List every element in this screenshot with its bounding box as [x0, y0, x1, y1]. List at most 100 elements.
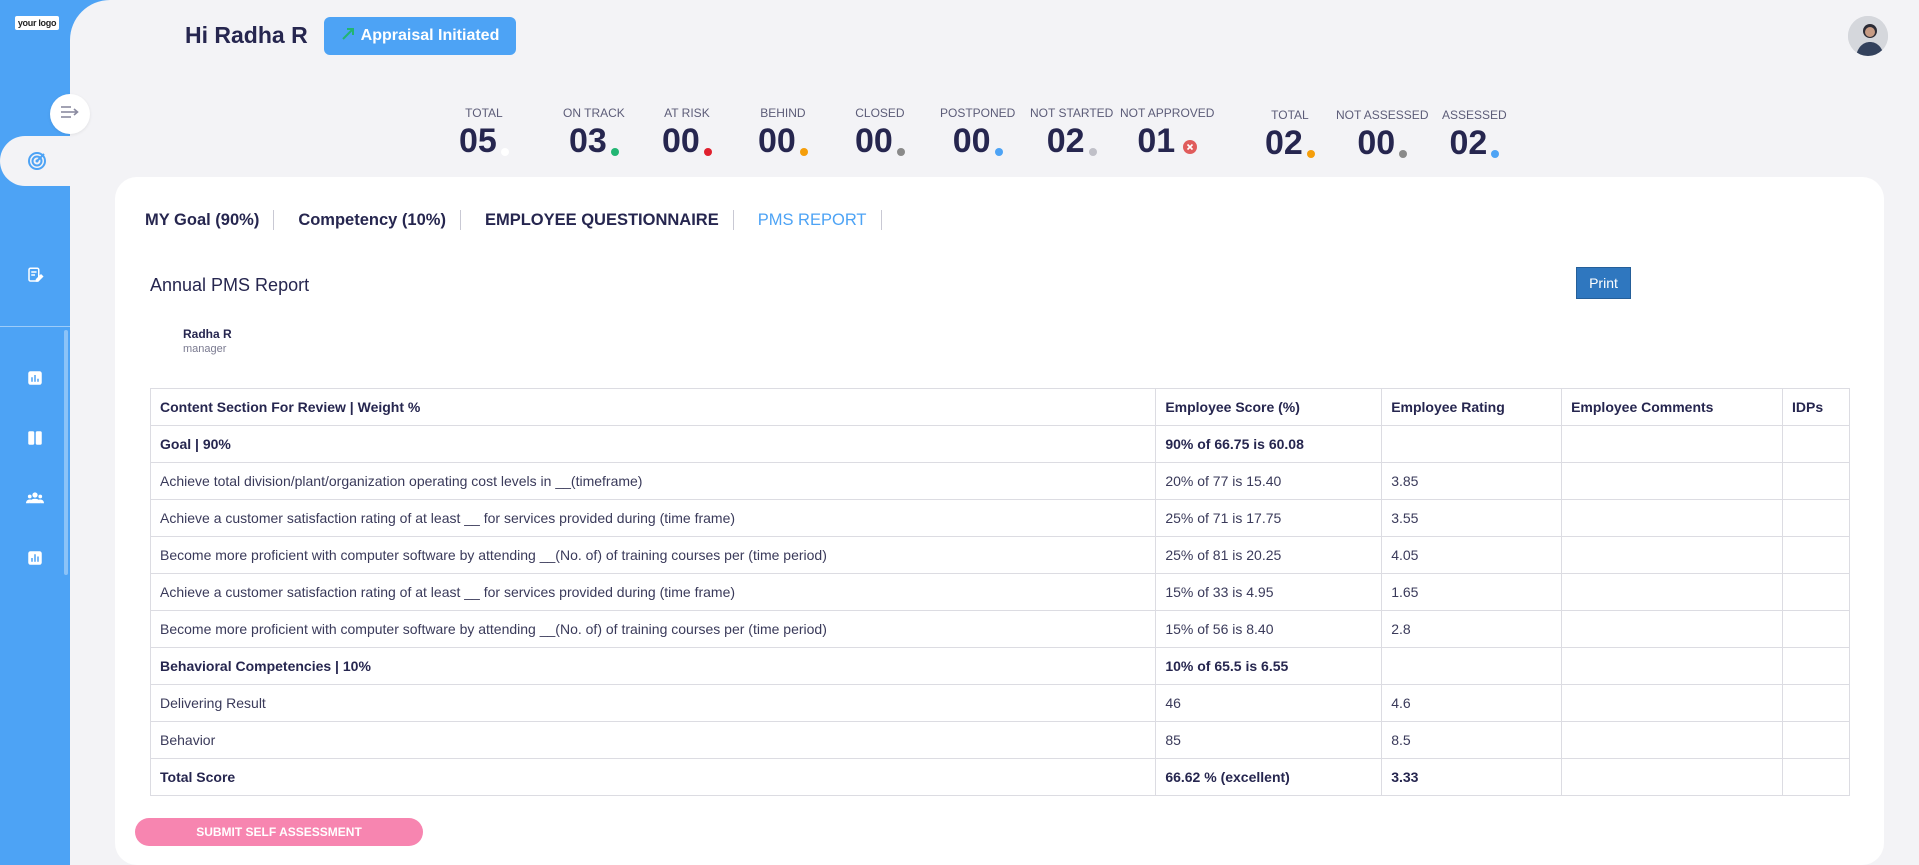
table-cell: 25% of 71 is 17.75	[1155, 499, 1383, 537]
status-dot	[1088, 148, 1097, 156]
table-cell: 46	[1155, 684, 1383, 722]
report-chart-icon[interactable]	[24, 547, 46, 569]
table-cell	[1561, 499, 1783, 537]
table-row: Achieve total division/plant/organizatio…	[149, 462, 1851, 500]
table-cell	[1781, 610, 1851, 648]
stat-not-started: NOT STARTED 02	[1030, 106, 1114, 160]
user-avatar[interactable]	[1848, 16, 1888, 56]
pms-report-table: Content Section For Review | Weight % Em…	[149, 388, 1851, 796]
table-cell	[1781, 758, 1851, 796]
trend-arrow-icon	[341, 27, 355, 46]
table-row: Achieve a customer satisfaction rating o…	[149, 499, 1851, 537]
page-greeting: Hi Radha R	[185, 22, 308, 48]
table-cell	[1781, 499, 1851, 537]
main-panel: Hi Radha R Appraisal Initiated TOTAL 05 …	[70, 0, 1919, 865]
stat-on-track: ON TRACK 03	[563, 106, 625, 160]
table-cell	[1561, 425, 1783, 463]
status-dot	[799, 148, 808, 156]
status-dot	[896, 148, 905, 156]
table-cell: Achieve total division/plant/organizatio…	[149, 462, 1157, 500]
table-cell: 3.85	[1381, 462, 1563, 500]
table-row: Goal | 90% 90% of 66.75 is 60.08	[149, 425, 1851, 463]
table-cell	[1561, 647, 1783, 685]
table-cell: Goal | 90%	[149, 425, 1157, 463]
table-cell: 3.55	[1381, 499, 1563, 537]
document-edit-icon[interactable]	[24, 264, 46, 286]
tab-my-goal[interactable]: MY Goal (90%)	[145, 210, 275, 230]
print-button[interactable]: Print	[1576, 267, 1631, 299]
report-title: Annual PMS Report	[150, 275, 310, 295]
status-dot	[500, 148, 509, 156]
table-cell: 4.6	[1381, 684, 1563, 722]
column-header: Employee Comments	[1561, 388, 1783, 426]
table-row: Delivering Result 46 4.6	[149, 684, 1851, 722]
table-cell: Behavioral Competencies | 10%	[149, 647, 1157, 685]
table-cell	[1781, 647, 1851, 685]
table-cell	[1781, 425, 1851, 463]
table-cell: 2.8	[1381, 610, 1563, 648]
collapse-menu-icon	[60, 105, 80, 124]
status-dot	[703, 148, 712, 156]
table-cell	[1561, 610, 1783, 648]
table-cell: Achieve a customer satisfaction rating o…	[149, 499, 1157, 537]
stat-behind: BEHIND 00	[758, 106, 808, 161]
status-dot	[610, 148, 619, 156]
not-approved-x-icon	[1183, 124, 1198, 163]
table-row: Behavior 85 8.5	[149, 721, 1851, 759]
status-dot	[1399, 150, 1408, 158]
table-cell	[1561, 721, 1783, 759]
table-cell: 20% of 77 is 15.40	[1155, 462, 1383, 500]
company-logo: your logo	[15, 16, 59, 30]
table-cell: 25% of 81 is 20.25	[1155, 536, 1383, 574]
table-row: Behavioral Competencies | 10% 10% of 65.…	[149, 647, 1851, 685]
table-cell	[1781, 573, 1851, 611]
stat-assessed: ASSESSED 02	[1442, 108, 1507, 162]
table-cell: 1.65	[1381, 573, 1563, 611]
table-row: Become more proficient with computer sof…	[149, 610, 1851, 648]
status-dot	[994, 148, 1003, 156]
table-cell	[1781, 684, 1851, 722]
table-cell: 90% of 66.75 is 60.08	[1155, 425, 1383, 463]
sidebar-toggle-button[interactable]	[50, 94, 90, 134]
table-cell: 10% of 65.5 is 6.55	[1155, 647, 1383, 685]
tab-competency[interactable]: Competency (10%)	[298, 210, 461, 230]
target-icon	[26, 150, 48, 172]
table-cell	[1381, 647, 1563, 685]
tab-bar: MY Goal (90%) Competency (10%) EMPLOYEE …	[145, 210, 906, 230]
status-dot	[1491, 150, 1500, 158]
sidebar-scrollbar[interactable]	[64, 330, 68, 575]
tab-employee-questionnaire[interactable]: EMPLOYEE QUESTIONNAIRE	[485, 210, 734, 230]
table-cell	[1781, 536, 1851, 574]
stat-total-goals: TOTAL 05	[459, 106, 509, 161]
column-header: Employee Rating	[1381, 388, 1563, 426]
table-cell	[1781, 721, 1851, 759]
column-header: Employee Score (%)	[1155, 388, 1383, 426]
table-cell: 66.62 % (excellent)	[1155, 758, 1383, 796]
table-cell: 15% of 56 is 8.40	[1155, 610, 1383, 648]
status-dot	[1306, 150, 1315, 158]
columns-icon[interactable]	[24, 427, 46, 449]
appraisal-status-button[interactable]: Appraisal Initiated	[324, 17, 516, 55]
table-cell: Delivering Result	[149, 684, 1157, 722]
tab-pms-report[interactable]: PMS REPORT	[758, 210, 882, 230]
stat-at-risk: AT RISK 00	[662, 106, 712, 161]
table-row: Become more proficient with computer sof…	[149, 536, 1851, 574]
table-cell: 15% of 33 is 4.95	[1155, 573, 1383, 611]
stat-not-assessed: NOT ASSESSED 00	[1336, 108, 1429, 162]
table-cell	[1561, 758, 1783, 796]
table-cell	[1561, 684, 1783, 722]
table-cell: 3.33	[1381, 758, 1563, 796]
table-cell	[1561, 462, 1783, 500]
table-row: Total Score 66.62 % (excellent) 3.33	[149, 758, 1851, 796]
table-cell: 4.05	[1381, 536, 1563, 574]
table-cell: Become more proficient with computer sof…	[149, 536, 1157, 574]
employee-name: Radha R	[183, 327, 232, 341]
bar-chart-icon[interactable]	[24, 367, 46, 389]
table-cell: Total Score	[149, 758, 1157, 796]
team-icon[interactable]	[24, 487, 46, 509]
table-cell	[1561, 573, 1783, 611]
table-cell: 8.5	[1381, 721, 1563, 759]
table-cell: Become more proficient with computer sof…	[149, 610, 1157, 648]
column-header: IDPs	[1781, 388, 1851, 426]
submit-self-assessment-button[interactable]: SUBMIT SELF ASSESSMENT	[135, 818, 423, 846]
